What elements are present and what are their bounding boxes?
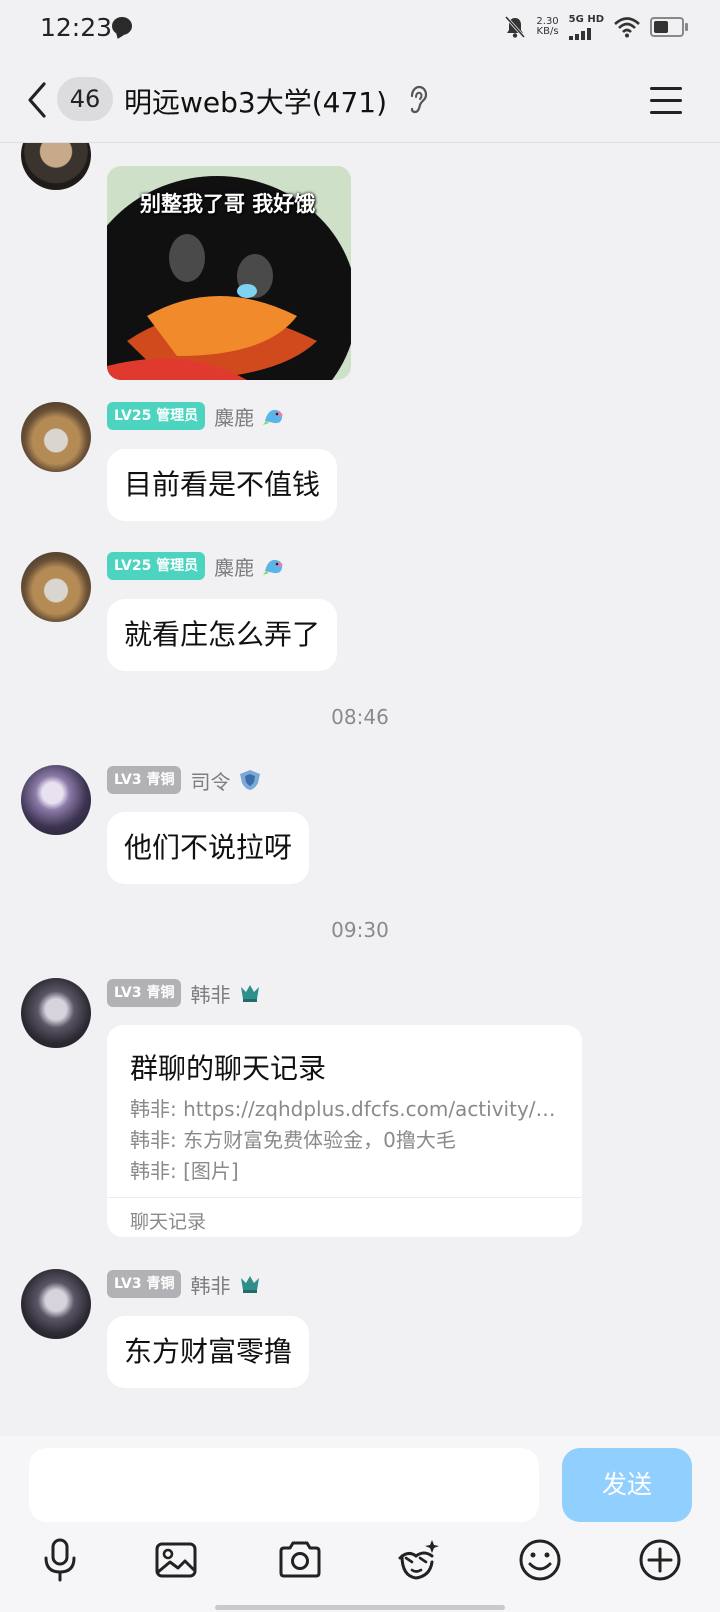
- unread-count-badge[interactable]: 46: [57, 77, 113, 121]
- home-indicator[interactable]: [215, 1605, 505, 1610]
- card-line: 韩非: 东方财富免费体验金，0撸大毛: [130, 1128, 456, 1152]
- image-icon[interactable]: [152, 1536, 200, 1584]
- message-bubble[interactable]: 目前看是不值钱: [107, 449, 338, 521]
- message-bubble[interactable]: 他们不说拉呀: [107, 812, 310, 884]
- sticker-image[interactable]: 别整我了哥 我好饿: [107, 166, 351, 380]
- wifi-icon: [614, 17, 640, 38]
- sticker-caption: 别整我了哥 我好饿: [140, 192, 316, 216]
- back-arrow-icon[interactable]: [20, 78, 56, 122]
- sender-meta: LV3 青铜 韩非: [107, 979, 262, 1007]
- menu-button[interactable]: [650, 86, 684, 114]
- shield-icon: [240, 770, 261, 790]
- input-bar: 发送: [0, 1436, 720, 1612]
- level-badge: LV3 青铜: [107, 979, 182, 1007]
- plus-icon[interactable]: [636, 1536, 684, 1584]
- avatar[interactable]: [21, 402, 91, 472]
- mute-bell-icon: [505, 15, 526, 39]
- sender-name[interactable]: 韩非: [190, 1270, 230, 1299]
- card-line: 韩非: [图片]: [130, 1159, 239, 1183]
- notification-chat-icon: [112, 17, 132, 35]
- level-badge: LV3 青铜: [107, 1270, 182, 1298]
- sender-meta: LV3 青铜 司令: [107, 766, 262, 794]
- face-mask-sticker-icon[interactable]: [394, 1536, 442, 1584]
- timestamp: 09:30: [331, 918, 389, 942]
- crown-icon: [241, 985, 260, 1002]
- level-badge: LV25 管理员: [107, 552, 206, 580]
- avatar[interactable]: [21, 143, 91, 190]
- avatar[interactable]: [21, 765, 91, 835]
- level-badge: LV25 管理员: [107, 402, 206, 430]
- card-title: 群聊的聊天记录: [130, 1052, 327, 1085]
- chat-record-card[interactable]: 群聊的聊天记录 韩非: https://zqhdplus.dfcfs.com/a…: [107, 1025, 582, 1237]
- sender-name[interactable]: 麋鹿: [214, 402, 254, 431]
- avatar[interactable]: [21, 1269, 91, 1339]
- battery-icon: [650, 17, 688, 37]
- status-time: 12:23: [40, 13, 113, 42]
- message-input[interactable]: [29, 1448, 539, 1522]
- status-icons: 2.30 KB/s 5G HD: [504, 14, 688, 40]
- signal-bars-icon: [568, 26, 604, 40]
- sender-meta: LV25 管理员 麋鹿: [107, 402, 286, 430]
- cellular-signal: 5G HD: [568, 14, 604, 40]
- ear-icon[interactable]: [407, 85, 429, 117]
- avatar[interactable]: [21, 552, 91, 622]
- crown-icon: [241, 1276, 260, 1293]
- net-speed: 2.30 KB/s: [536, 17, 558, 37]
- sender-meta: LV25 管理员 麋鹿: [107, 552, 286, 580]
- chat-header: 46 明远web3大学(471): [0, 56, 720, 143]
- dragon-icon: [263, 559, 284, 575]
- card-line: 韩非: https://zqhdplus.dfcfs.com/activity/…: [130, 1097, 556, 1121]
- camera-icon[interactable]: [276, 1536, 324, 1584]
- card-divider: [107, 1197, 582, 1198]
- chat-title[interactable]: 明远web3大学(471): [124, 81, 387, 121]
- sender-name[interactable]: 司令: [190, 766, 230, 795]
- avatar[interactable]: [21, 978, 91, 1048]
- microphone-icon[interactable]: [36, 1536, 84, 1584]
- sender-meta: LV3 青铜 韩非: [107, 1270, 262, 1298]
- dragon-icon: [263, 409, 284, 425]
- status-bar: 12:23 2.30 KB/s 5G HD: [0, 0, 720, 56]
- sender-name[interactable]: 韩非: [190, 979, 230, 1008]
- message-bubble[interactable]: 就看庄怎么弄了: [107, 599, 338, 671]
- timestamp: 08:46: [331, 705, 389, 729]
- network-type: 5G HD: [568, 14, 604, 25]
- input-toolbar: [0, 1536, 720, 1596]
- message-bubble[interactable]: 东方财富零撸: [107, 1316, 310, 1388]
- send-button[interactable]: 发送: [562, 1448, 692, 1522]
- sender-name[interactable]: 麋鹿: [214, 552, 254, 581]
- message-list[interactable]: 别整我了哥 我好饿 LV25 管理员 麋鹿 目前看是不值钱 LV25 管理员 麋…: [0, 143, 720, 1435]
- card-footer: 聊天记录: [130, 1211, 207, 1233]
- level-badge: LV3 青铜: [107, 766, 182, 794]
- emoji-icon[interactable]: [516, 1536, 564, 1584]
- net-speed-unit: KB/s: [536, 26, 559, 37]
